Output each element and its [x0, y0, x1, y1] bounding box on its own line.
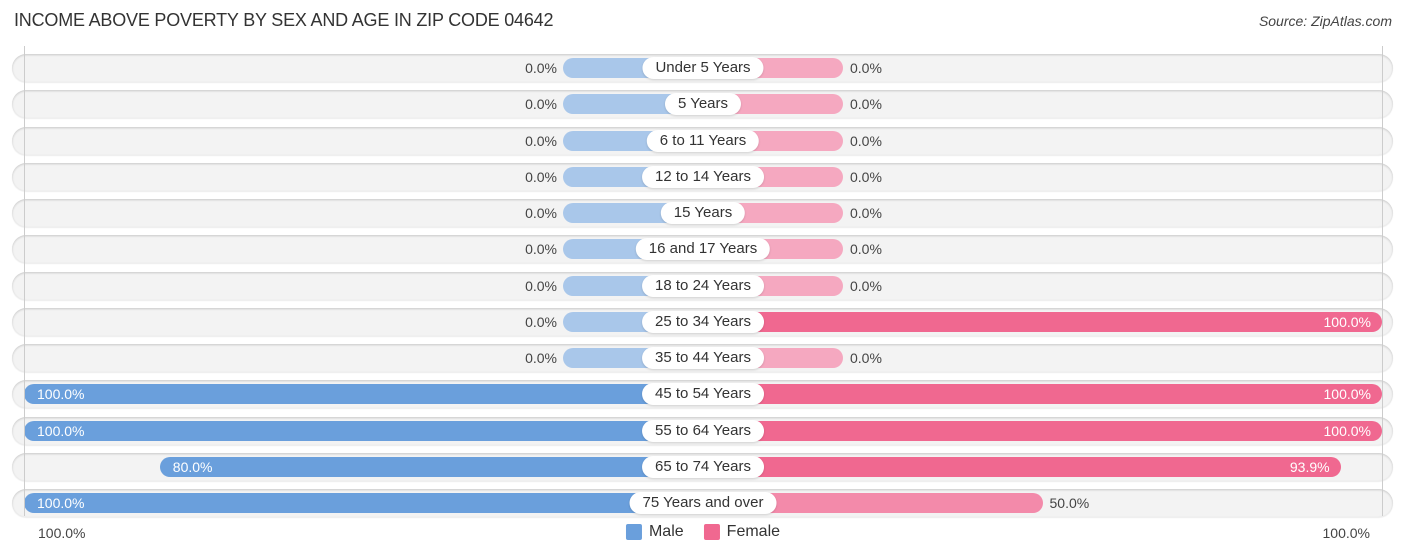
category-label: 75 Years and over [629, 492, 777, 514]
category-label: 35 to 44 Years [642, 347, 764, 369]
category-label: 12 to 14 Years [642, 166, 764, 188]
chart-row: 0.0% 0.0% 12 to 14 Years [12, 163, 1393, 191]
legend-item-male[interactable]: Male [625, 523, 684, 541]
bar-female[interactable] [703, 457, 1341, 477]
value-label-female: 0.0% [850, 60, 882, 76]
category-label: 6 to 11 Years [646, 130, 760, 152]
value-label-female: 0.0% [850, 278, 882, 294]
value-label-female: 0.0% [850, 133, 882, 149]
chart-row: 0.0% 0.0% 6 to 11 Years [12, 127, 1393, 155]
value-label-female: 0.0% [850, 169, 882, 185]
bar-male[interactable] [159, 457, 703, 477]
category-label: 65 to 74 Years [642, 456, 764, 478]
value-label-male: 0.0% [525, 133, 557, 149]
legend-swatch-female [703, 524, 720, 540]
category-label: Under 5 Years [642, 57, 764, 79]
chart-row: 0.0% 0.0% 35 to 44 Years [12, 344, 1393, 372]
value-label-male: 0.0% [525, 60, 557, 76]
chart-row: 0.0% 0.0% 5 Years [12, 90, 1393, 118]
value-label-female: 93.9% [1289, 459, 1330, 475]
value-label-female: 50.0% [1049, 495, 1090, 511]
chart-title: INCOME ABOVE POVERTY BY SEX AND AGE IN Z… [14, 10, 554, 30]
bar-female[interactable] [703, 312, 1382, 332]
category-label: 16 and 17 Years [635, 238, 771, 260]
chart-row: 0.0% 0.0% Under 5 Years [12, 54, 1393, 82]
axis-label-right: 100.0% [1322, 525, 1370, 541]
source-label: Source: ZipAtlas.com [1258, 13, 1392, 29]
chart-row: 0.0% 100.0% 25 to 34 Years [12, 308, 1393, 336]
legend-swatch-male [625, 524, 642, 540]
value-label-female: 100.0% [1323, 386, 1371, 402]
value-label-male: 0.0% [525, 205, 557, 221]
value-label-female: 100.0% [1323, 314, 1371, 330]
chart-row: 0.0% 0.0% 16 and 17 Years [12, 235, 1393, 263]
category-label: 18 to 24 Years [642, 275, 764, 297]
legend-label-female: Female [726, 523, 781, 540]
chart-row: 100.0% 100.0% 55 to 64 Years [12, 417, 1393, 445]
chart-row: 0.0% 0.0% 15 Years [12, 199, 1393, 227]
value-label-female: 0.0% [850, 350, 882, 366]
category-label: 25 to 34 Years [642, 311, 764, 333]
chart-row: 0.0% 0.0% 18 to 24 Years [12, 272, 1393, 300]
value-label-male: 0.0% [525, 350, 557, 366]
legend: Male Female [625, 523, 781, 541]
category-label: 45 to 54 Years [642, 383, 764, 405]
value-label-male: 100.0% [37, 386, 85, 402]
chart-row: 80.0% 93.9% 65 to 74 Years [12, 453, 1393, 481]
value-label-male: 0.0% [525, 169, 557, 185]
value-label-female: 100.0% [1323, 423, 1371, 439]
chart-row: 100.0% 50.0% 75 Years and over [12, 489, 1393, 517]
value-label-male: 0.0% [525, 278, 557, 294]
value-label-male: 80.0% [172, 459, 213, 475]
axis-label-left: 100.0% [38, 525, 86, 541]
category-label: 15 Years [660, 202, 746, 224]
value-label-female: 0.0% [850, 96, 882, 112]
bar-male[interactable] [24, 421, 703, 441]
bar-female[interactable] [703, 384, 1382, 404]
value-label-female: 0.0% [850, 241, 882, 257]
value-label-male: 0.0% [525, 314, 557, 330]
value-label-male: 100.0% [37, 423, 85, 439]
axis-line-left [24, 46, 25, 516]
value-label-male: 0.0% [525, 241, 557, 257]
chart-row: 100.0% 100.0% 45 to 54 Years [12, 380, 1393, 408]
category-label: 5 Years [664, 93, 742, 115]
legend-label-male: Male [648, 523, 684, 540]
value-label-male: 100.0% [37, 495, 85, 511]
bar-male[interactable] [24, 493, 703, 513]
value-label-male: 0.0% [525, 96, 557, 112]
legend-item-female[interactable]: Female [703, 523, 781, 541]
category-label: 55 to 64 Years [642, 420, 764, 442]
axis-line-right [1382, 46, 1383, 516]
bar-male[interactable] [24, 384, 703, 404]
value-label-female: 0.0% [850, 205, 882, 221]
bar-female[interactable] [703, 421, 1382, 441]
